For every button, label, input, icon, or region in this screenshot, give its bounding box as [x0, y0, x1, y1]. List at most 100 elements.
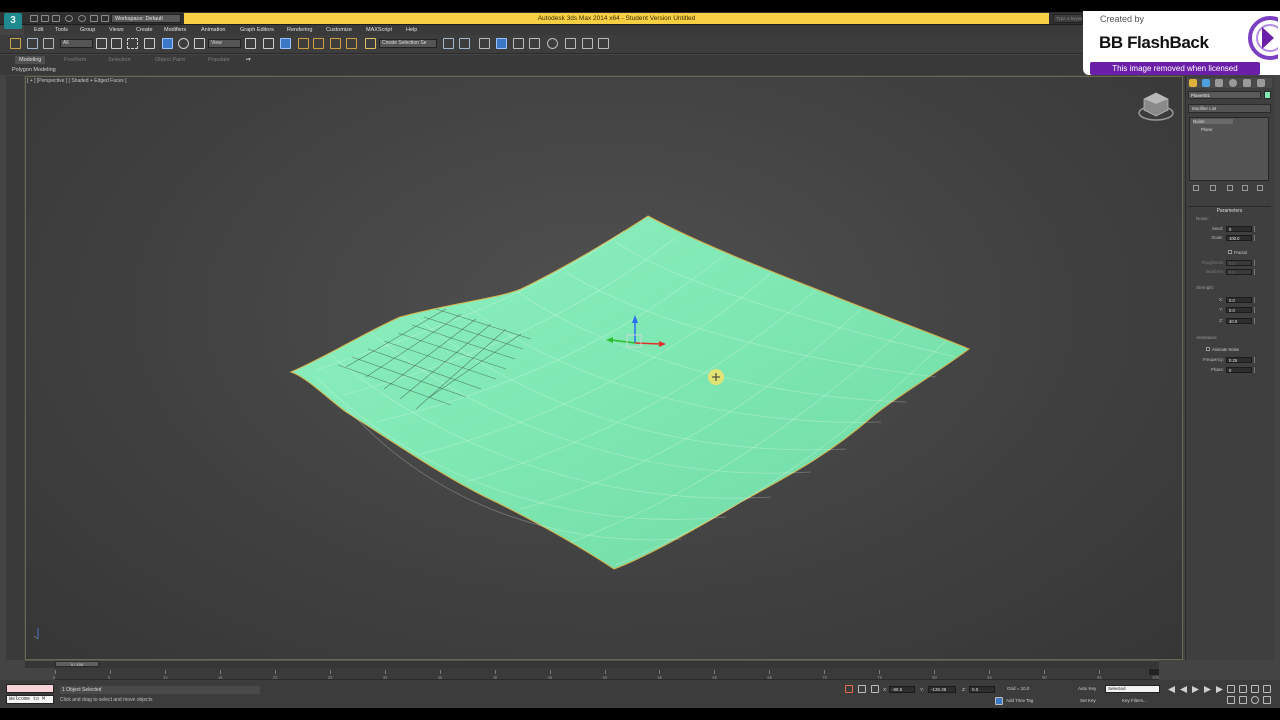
isolate-selection-icon[interactable] — [845, 685, 853, 693]
strength-z-spinner[interactable] — [1254, 318, 1258, 324]
menu-rendering[interactable]: Rendering — [287, 26, 312, 34]
frequency-spinner[interactable] — [1254, 357, 1258, 363]
fractal-checkbox[interactable] — [1228, 250, 1232, 254]
seed-field[interactable]: 0 — [1226, 226, 1252, 232]
search-input[interactable]: Type a keyword — [1053, 14, 1083, 23]
select-by-name-icon[interactable] — [111, 38, 122, 49]
key-selection-dropdown[interactable]: Selected — [1105, 685, 1160, 693]
show-end-result-icon[interactable] — [1210, 185, 1216, 191]
maxscript-mini-listener[interactable]: Welcome to M — [6, 695, 54, 704]
menu-modifiers[interactable]: Modifiers — [164, 26, 186, 34]
perspective-viewport[interactable] — [25, 76, 1183, 660]
redo-icon[interactable] — [78, 15, 86, 22]
selection-lock-icon[interactable] — [858, 685, 866, 693]
scale-field[interactable]: 100.0 — [1226, 235, 1252, 241]
stack-item-noise[interactable]: Noise — [1193, 119, 1233, 124]
hierarchy-tab-icon[interactable] — [1215, 79, 1223, 87]
reference-coordinate-dropdown[interactable]: View — [208, 39, 241, 48]
select-and-move-icon[interactable] — [162, 38, 173, 49]
select-and-manipulate-icon[interactable] — [263, 38, 274, 49]
viewport-label[interactable]: [ + ] [Perspective ] [ Shaded + Edged Fa… — [27, 78, 127, 84]
select-and-scale-icon[interactable] — [194, 38, 205, 49]
pivot-center-icon[interactable] — [245, 38, 256, 49]
display-tab-icon[interactable] — [1243, 79, 1251, 87]
roughness-field[interactable]: 0.0 — [1226, 260, 1252, 266]
ribbon-options-icon[interactable]: ▪▾ — [246, 56, 251, 64]
menu-views[interactable]: Views — [109, 26, 124, 34]
new-file-icon[interactable] — [30, 15, 38, 22]
render-production-icon[interactable] — [598, 38, 609, 49]
menu-edit[interactable]: Edit — [34, 26, 43, 34]
time-slider[interactable]: 0 / 100 — [55, 661, 99, 667]
strength-x-field[interactable]: 0.0 — [1226, 297, 1252, 303]
object-color-swatch[interactable] — [1264, 91, 1271, 99]
render-setup-icon[interactable] — [565, 38, 576, 49]
strength-z-field[interactable]: 40.0 — [1226, 318, 1252, 324]
named-selection-dropdown[interactable]: Create Selection Se — [379, 39, 437, 48]
curve-editor-icon[interactable] — [513, 38, 524, 49]
strength-y-spinner[interactable] — [1254, 307, 1258, 313]
application-menu-button[interactable]: 3 — [4, 13, 22, 29]
save-file-icon[interactable] — [52, 15, 60, 22]
menu-tools[interactable]: Tools — [55, 26, 68, 34]
menu-animation[interactable]: Animation — [201, 26, 225, 34]
y-coord-field[interactable]: -135.38 — [928, 686, 956, 693]
seed-spinner[interactable] — [1254, 226, 1258, 232]
tab-populate[interactable]: Populate — [208, 56, 230, 64]
key-filters-button[interactable]: Key Filters... — [1122, 698, 1147, 703]
menu-help[interactable]: Help — [406, 26, 417, 34]
keyboard-shortcut-override-icon[interactable] — [280, 38, 291, 49]
open-file-icon[interactable] — [41, 15, 49, 22]
spinner-snap-icon[interactable] — [346, 38, 357, 49]
tab-object-paint[interactable]: Object Paint — [155, 56, 185, 64]
auto-key-button[interactable]: Auto Key — [1078, 686, 1096, 691]
create-tab-icon[interactable] — [1189, 79, 1197, 87]
menu-create[interactable]: Create — [136, 26, 153, 34]
tab-modeling[interactable]: Modeling — [15, 56, 46, 64]
select-object-icon[interactable] — [96, 38, 107, 49]
make-unique-icon[interactable] — [1227, 185, 1233, 191]
zoom-extents-icon[interactable] — [1251, 685, 1259, 693]
menu-customize[interactable]: Customize — [326, 26, 352, 34]
edit-named-selections-icon[interactable] — [365, 38, 376, 49]
stack-item-plane[interactable]: Plane — [1193, 127, 1213, 132]
project-folder-icon[interactable] — [90, 15, 98, 22]
frequency-field[interactable]: 0.25 — [1226, 357, 1252, 363]
rectangular-selection-icon[interactable] — [127, 38, 138, 49]
scale-spinner[interactable] — [1254, 235, 1258, 241]
set-key-button[interactable]: Set Key — [1080, 698, 1096, 703]
angle-snap-icon[interactable] — [313, 38, 324, 49]
iterations-field[interactable]: 6.0 — [1226, 269, 1252, 275]
strength-y-field[interactable]: 0.0 — [1226, 307, 1252, 313]
viewport-toggle-icon[interactable] — [1263, 696, 1271, 704]
menu-group[interactable]: Group — [80, 26, 95, 34]
unlink-icon[interactable] — [27, 38, 38, 49]
zoom-icon[interactable] — [1227, 685, 1235, 693]
snaps-toggle-icon[interactable] — [298, 38, 309, 49]
add-time-tag[interactable]: Add Time Tag — [1006, 698, 1033, 703]
maximize-viewport-icon[interactable] — [1263, 685, 1271, 693]
motion-tab-icon[interactable] — [1229, 79, 1237, 87]
strength-x-spinner[interactable] — [1254, 297, 1258, 303]
tab-freeform[interactable]: Freeform — [64, 56, 86, 64]
undo-icon[interactable] — [65, 15, 73, 22]
z-coord-field[interactable]: 0.0 — [969, 686, 995, 693]
tab-selection[interactable]: Selection — [108, 56, 131, 64]
configure-modifier-sets-icon[interactable] — [1257, 185, 1263, 191]
window-crossing-icon[interactable] — [144, 38, 155, 49]
iterations-spinner[interactable] — [1254, 269, 1258, 275]
zoom-all-icon[interactable] — [1239, 685, 1247, 693]
rendered-frame-window-icon[interactable] — [582, 38, 593, 49]
parameters-rollout[interactable]: Parameters — [1188, 206, 1271, 214]
workspace-dropdown[interactable]: Workspace: Default — [111, 14, 181, 23]
graphite-modeling-tools-icon[interactable] — [496, 38, 507, 49]
selection-filter-dropdown[interactable]: All — [60, 39, 93, 48]
percent-snap-icon[interactable] — [330, 38, 341, 49]
quick-access-dropdown-icon[interactable] — [101, 15, 109, 22]
schematic-view-icon[interactable] — [529, 38, 540, 49]
select-and-rotate-icon[interactable] — [178, 38, 189, 49]
maxscript-listener-input[interactable] — [6, 684, 54, 693]
phase-field[interactable]: 0 — [1226, 367, 1252, 373]
absolute-mode-icon[interactable] — [871, 685, 879, 693]
menu-graph-editors[interactable]: Graph Editors — [240, 26, 274, 34]
